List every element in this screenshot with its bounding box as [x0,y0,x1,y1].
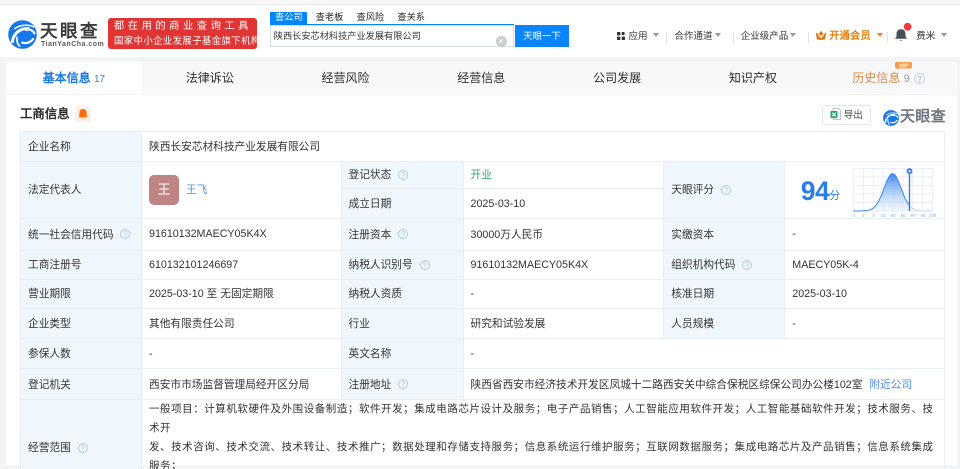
svg-text:99: 99 [921,213,926,218]
svg-text:100: 100 [929,213,937,218]
svg-text:85: 85 [901,213,906,218]
svg-text:97: 97 [911,213,916,218]
svg-text:50: 50 [891,213,896,218]
svg-text:VIP: VIP [899,63,908,69]
svg-text:0: 0 [853,213,856,218]
svg-text:3: 3 [872,213,875,218]
svg-text:1: 1 [863,213,866,218]
svg-text:15: 15 [881,213,886,218]
